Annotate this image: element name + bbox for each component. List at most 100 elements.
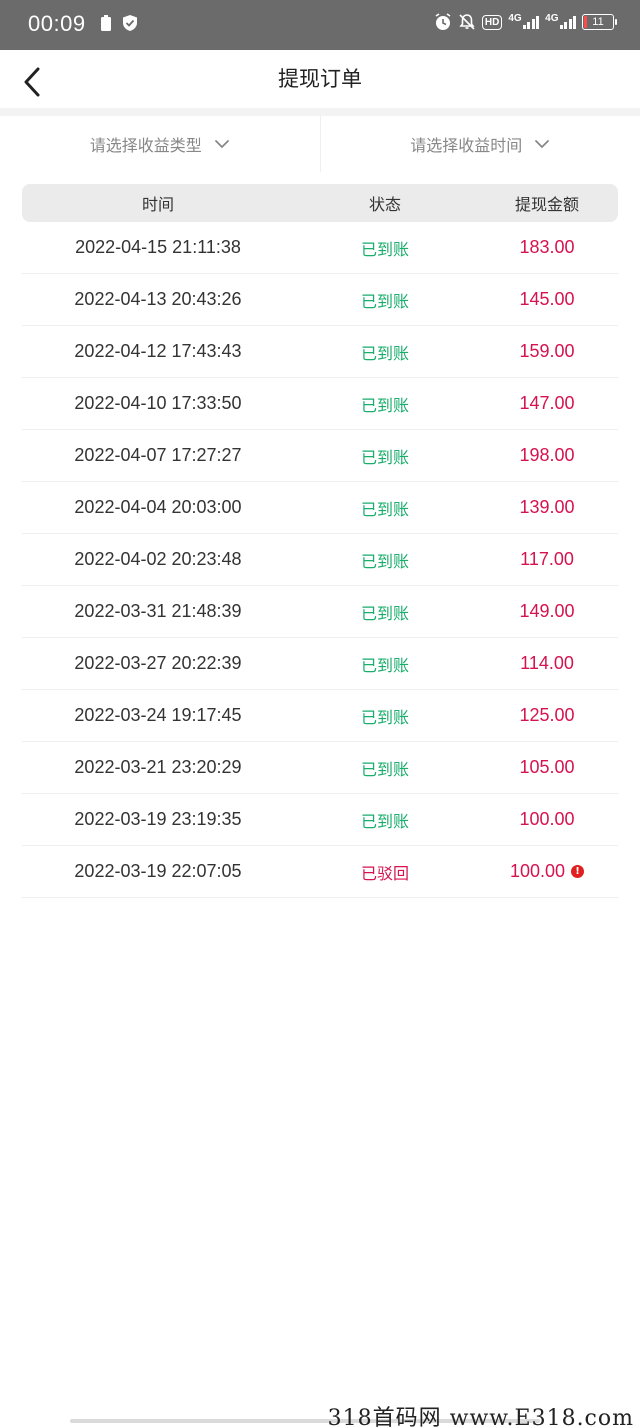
status-right-icons: HD 4G 4G 11 xyxy=(434,13,617,31)
table-row[interactable]: 2022-04-10 17:33:50 已到账 147.00 xyxy=(22,378,618,430)
row-amount-value: 139.00 xyxy=(519,497,575,517)
row-time: 2022-03-24 19:17:45 xyxy=(74,705,242,725)
row-amount-value: 114.00 xyxy=(520,653,574,673)
header-amount: 提现金额 xyxy=(514,195,579,214)
row-status: 已到账 xyxy=(360,291,409,311)
table-row[interactable]: 2022-04-15 21:11:38 已到账 183.00 xyxy=(22,222,618,274)
alarm-icon xyxy=(434,13,452,31)
row-time: 2022-04-12 17:43:43 xyxy=(74,341,242,361)
row-status: 已到账 xyxy=(360,655,409,675)
chevron-down-icon xyxy=(535,140,550,149)
row-time: 2022-03-21 23:20:29 xyxy=(74,757,242,777)
header-status: 状态 xyxy=(368,195,401,214)
table-body: 2022-04-15 21:11:38 已到账 183.00 2022-04-13 2… xyxy=(22,222,618,898)
row-amount: 147.00 xyxy=(519,393,574,414)
row-status: 已到账 xyxy=(360,811,409,831)
row-amount-cell: 147.00 xyxy=(476,393,618,414)
header-divider xyxy=(0,108,640,116)
signal-icon-2: 4G xyxy=(545,13,576,29)
row-status: 已到账 xyxy=(360,239,409,259)
row-time: 2022-04-04 20:03:00 xyxy=(74,497,242,517)
watermark: 318首码网 www.E318.com xyxy=(327,1406,634,1427)
income-type-label: 请选择收益类型 xyxy=(89,136,202,155)
row-amount: 105.00 xyxy=(519,757,574,778)
page-header: 提现订单 xyxy=(0,50,640,108)
row-status: 已到账 xyxy=(360,499,409,519)
row-time: 2022-04-15 21:11:38 xyxy=(75,237,241,257)
hd-badge: HD xyxy=(481,14,503,30)
row-amount-cell: 145.00 xyxy=(476,289,618,310)
row-status: 已到账 xyxy=(360,551,409,571)
page-title: 提现订单 xyxy=(278,67,362,91)
signal-icon-1: 4G xyxy=(508,13,540,29)
row-amount-cell: 125.00 xyxy=(476,705,618,726)
row-status: 已到账 xyxy=(360,707,409,727)
row-amount-value: 100.00 xyxy=(519,809,575,829)
row-amount-value: 198.00 xyxy=(519,445,575,465)
row-amount-cell: 149.00 xyxy=(476,601,618,622)
table-row[interactable]: 2022-03-27 20:22:39 已到账 114.00 xyxy=(22,638,618,690)
status-left-icons xyxy=(100,14,138,32)
row-status: 已到账 xyxy=(360,603,409,623)
income-time-label: 请选择收益时间 xyxy=(410,136,523,155)
alert-icon[interactable]: ! xyxy=(571,865,585,878)
table-row[interactable]: 2022-04-04 20:03:00 已到账 139.00 xyxy=(22,482,618,534)
row-amount-value: 117.00 xyxy=(520,549,574,569)
table-row[interactable]: 2022-04-13 20:43:26 已到账 145.00 xyxy=(22,274,618,326)
row-amount: 183.00 xyxy=(519,237,574,258)
row-amount-cell: 117.00 xyxy=(476,549,618,570)
row-amount-cell: 100.00! xyxy=(476,861,618,882)
table-row[interactable]: 2022-03-19 23:19:35 已到账 100.00 xyxy=(22,794,618,846)
row-status: 已到账 xyxy=(360,343,409,363)
row-time: 2022-04-10 17:33:50 xyxy=(74,393,242,413)
row-amount: 100.00! xyxy=(509,861,585,882)
row-time: 2022-03-27 20:22:39 xyxy=(74,653,242,673)
row-time: 2022-03-19 23:19:35 xyxy=(74,809,242,829)
row-amount-value: 100.00 xyxy=(509,861,566,881)
chevron-down-icon xyxy=(214,140,229,149)
row-amount: 149.00 xyxy=(519,601,574,622)
row-amount-value: 145.00 xyxy=(519,289,575,309)
row-amount-cell: 183.00 xyxy=(476,237,618,258)
status-time: 00:09 xyxy=(28,11,86,36)
table-header: 时间 状态 提现金额 xyxy=(22,184,618,222)
row-status: 已驳回 xyxy=(360,863,409,883)
row-amount: 145.00 xyxy=(519,289,574,310)
mute-notification-icon xyxy=(458,13,476,31)
row-amount-cell: 159.00 xyxy=(476,341,618,362)
income-type-select[interactable]: 请选择收益类型 xyxy=(0,116,320,172)
income-time-select[interactable]: 请选择收益时间 xyxy=(319,116,640,172)
row-amount-cell: 105.00 xyxy=(476,757,618,778)
row-time: 2022-04-13 20:43:26 xyxy=(74,289,242,309)
row-amount-value: 147.00 xyxy=(519,393,575,413)
row-time: 2022-04-07 17:27:27 xyxy=(74,445,242,465)
table-row[interactable]: 2022-03-21 23:20:29 已到账 105.00 xyxy=(22,742,618,794)
row-amount-value: 125.00 xyxy=(519,705,575,725)
row-time: 2022-04-02 20:23:48 xyxy=(74,549,242,569)
table-row[interactable]: 2022-03-31 21:48:39 已到账 149.00 xyxy=(22,586,618,638)
row-status: 已到账 xyxy=(360,447,409,467)
table-row[interactable]: 2022-03-24 19:17:45 已到账 125.00 xyxy=(22,690,618,742)
battery-icon: 11 xyxy=(582,14,617,30)
row-amount-value: 183.00 xyxy=(519,237,575,257)
row-time: 2022-03-31 21:48:39 xyxy=(74,601,242,621)
row-amount-cell: 114.00 xyxy=(476,653,618,674)
row-amount-value: 105.00 xyxy=(519,757,575,777)
table-row[interactable]: 2022-03-19 22:07:05 已驳回 100.00! xyxy=(22,846,618,898)
row-amount: 100.00 xyxy=(519,809,574,830)
row-time: 2022-03-19 22:07:05 xyxy=(74,861,242,881)
table-row[interactable]: 2022-04-02 20:23:48 已到账 117.00 xyxy=(22,534,618,586)
withdrawal-table: 时间 状态 提现金额 2022-04-15 21:11:38 已到账 183.00 2… xyxy=(22,184,618,898)
row-amount-value: 159.00 xyxy=(519,341,575,361)
row-amount: 198.00 xyxy=(519,445,574,466)
row-amount: 159.00 xyxy=(519,341,574,362)
row-amount: 114.00 xyxy=(520,653,574,674)
row-status: 已到账 xyxy=(360,395,409,415)
shield-icon xyxy=(122,14,138,32)
table-row[interactable]: 2022-04-07 17:27:27 已到账 198.00 xyxy=(22,430,618,482)
row-amount-value: 149.00 xyxy=(519,601,575,621)
status-bar: 00:09 HD 4G 4G 11 xyxy=(0,0,640,50)
row-amount: 139.00 xyxy=(519,497,574,518)
row-amount-cell: 139.00 xyxy=(476,497,618,518)
table-row[interactable]: 2022-04-12 17:43:43 已到账 159.00 xyxy=(22,326,618,378)
